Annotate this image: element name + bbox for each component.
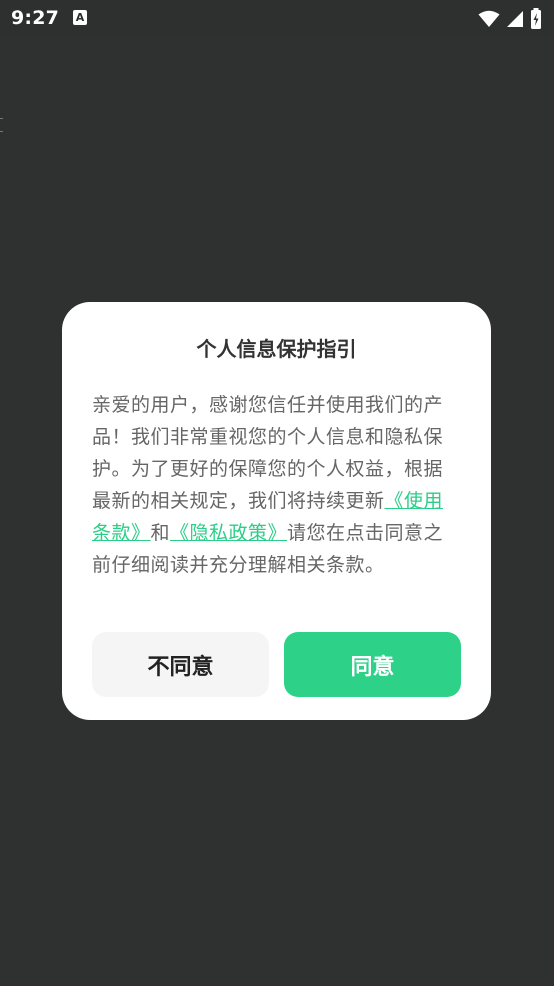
edge-mark — [0, 131, 3, 132]
status-time: 9:27 — [11, 7, 60, 29]
status-bar: 9:27 A — [0, 0, 554, 38]
a-notification-icon: A — [73, 10, 87, 25]
dialog-body: 亲爱的用户，感谢您信任并使用我们的产品！我们非常重视您的个人信息和隐私保护。为了… — [92, 389, 460, 581]
dialog-title: 个人信息保护指引 — [196, 337, 357, 361]
privacy-dialog: 个人信息保护指引 亲爱的用户，感谢您信任并使用我们的产品！我们非常重视您的个人信… — [62, 302, 491, 720]
cellular-signal-icon — [507, 11, 523, 27]
battery-charging-icon — [531, 8, 541, 29]
edge-mark — [0, 118, 3, 119]
status-icons — [478, 8, 542, 30]
body-text: 和 — [150, 522, 171, 544]
agree-button[interactable]: 同意 — [284, 632, 461, 697]
disagree-button[interactable]: 不同意 — [92, 632, 269, 697]
wifi-icon — [478, 10, 500, 27]
privacy-policy-link[interactable]: 《隐私政策》 — [170, 522, 287, 544]
